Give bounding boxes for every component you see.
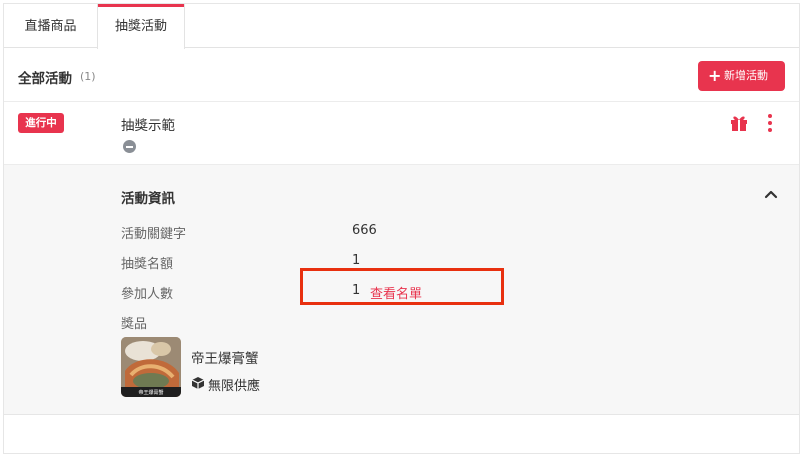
participants-label: 參加人數	[121, 287, 174, 302]
keyword-label: 活動關鍵字	[121, 227, 187, 242]
chevron-up-icon[interactable]	[763, 187, 779, 201]
page-title: 全部活動	[18, 71, 72, 87]
minus-circle-icon	[123, 140, 136, 153]
prize-label: 獎品	[121, 317, 148, 332]
event-name: 抽獎示範	[121, 118, 175, 134]
plus-icon: +	[708, 66, 722, 85]
tab-live-products[interactable]: 直播商品	[4, 4, 97, 48]
details-title: 活動資訊	[121, 191, 175, 207]
keyword-value: 666	[352, 223, 377, 238]
add-event-button[interactable]: + 新增活動	[698, 61, 785, 91]
event-row[interactable]: 進行中 抽獎示範	[4, 102, 799, 165]
winners-value: 1	[352, 253, 361, 268]
tab-bar: 直播商品 抽獎活動	[4, 4, 799, 49]
status-badge: 進行中	[18, 113, 64, 133]
gift-icon[interactable]	[729, 113, 749, 133]
winners-label: 抽獎名額	[121, 257, 174, 272]
supply-status: 無限供應	[208, 379, 261, 394]
tab-lottery-events[interactable]: 抽獎活動	[97, 4, 185, 49]
add-event-label: 新增活動	[724, 69, 768, 82]
event-count: (1)	[80, 70, 96, 83]
lottery-panel: 直播商品 抽獎活動 全部活動 (1) + 新增活動 進行中 抽獎示範 活動資訊	[3, 3, 800, 454]
list-header: 全部活動 (1) + 新增活動	[4, 49, 799, 102]
event-details: 活動資訊 活動關鍵字 666 抽獎名額 1 參加人數 1 查看名單 獎品 帝王爆…	[4, 165, 799, 415]
highlight-box	[300, 268, 504, 305]
prize-name: 帝王爆膏蟹	[191, 351, 259, 367]
box-icon	[191, 377, 205, 389]
prize-image: 帝王爆膏蟹	[121, 337, 181, 397]
prize-image-caption: 帝王爆膏蟹	[138, 389, 163, 396]
more-vertical-icon[interactable]	[763, 112, 777, 134]
